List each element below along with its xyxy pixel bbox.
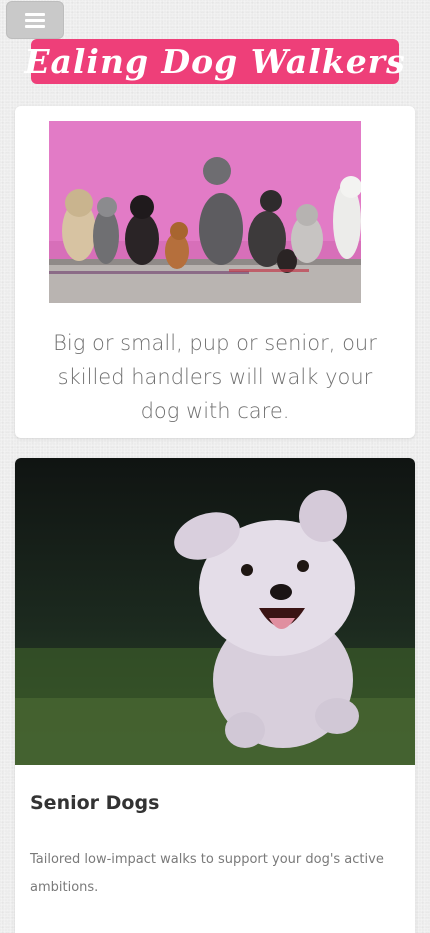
service-card[interactable]: Senior Dogs Tailored low-impact walks to… xyxy=(15,458,415,933)
intro-card: Big or small, pup or senior, our skilled… xyxy=(15,106,415,438)
brand-name: Ealing Dog Walkers xyxy=(24,42,406,81)
menu-button[interactable] xyxy=(6,1,64,39)
site-logo[interactable]: Ealing Dog Walkers xyxy=(24,39,405,84)
service-description: Tailored low-impact walks to support you… xyxy=(30,852,384,895)
running-dog-photo xyxy=(15,458,415,765)
intro-text: Big or small, pup or senior, our skilled… xyxy=(53,331,377,423)
hamburger-icon xyxy=(25,12,45,28)
dogs-group-photo xyxy=(49,121,361,303)
service-title[interactable]: Senior Dogs xyxy=(30,792,159,814)
